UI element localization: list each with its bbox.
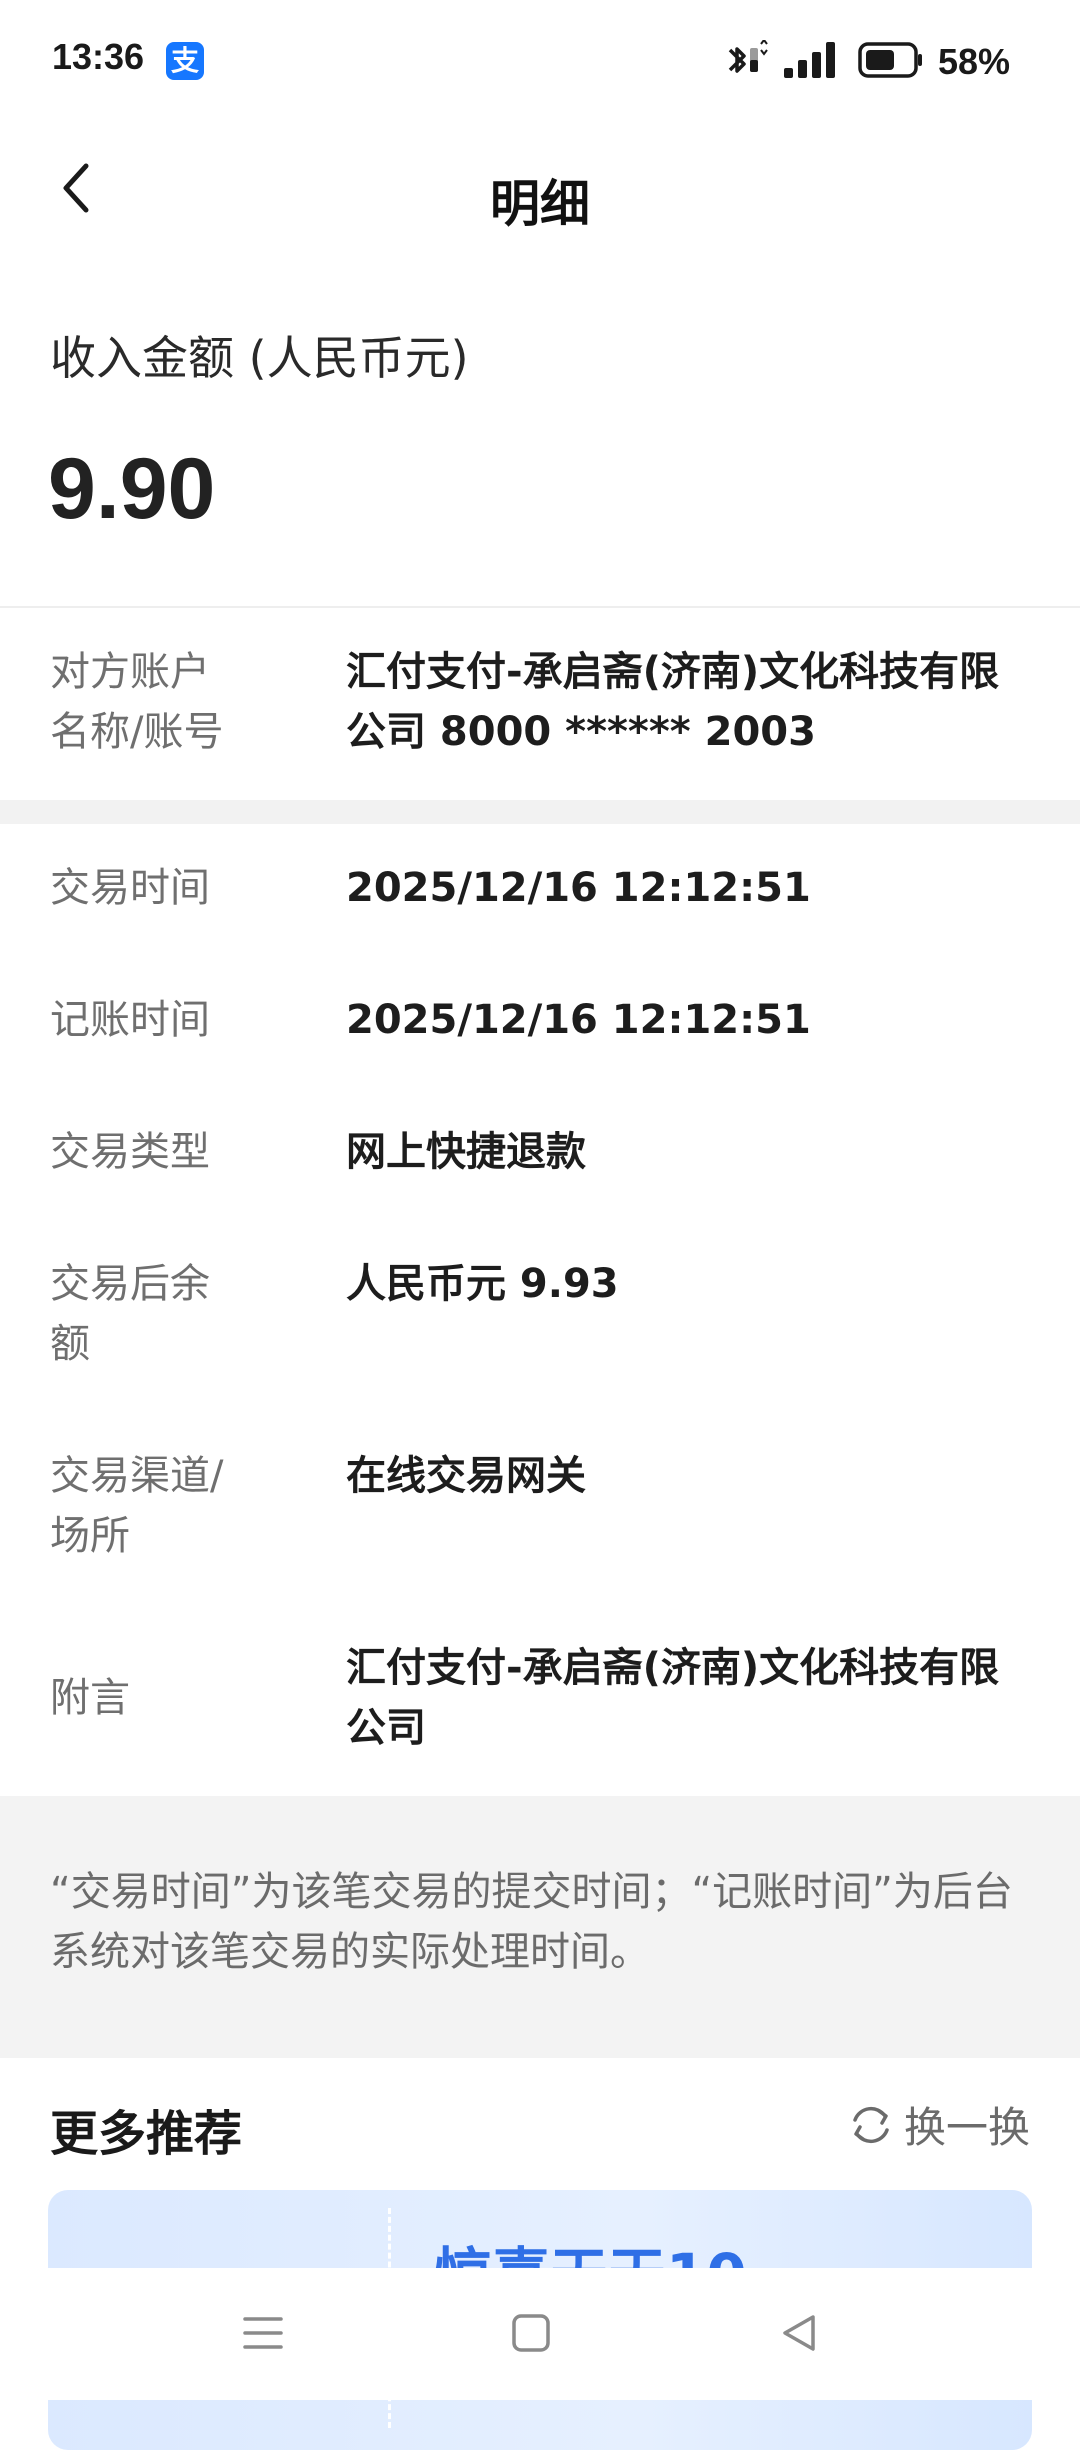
txn-type-value: 网上快捷退款 <box>346 1129 586 1175</box>
balance-label-line1: 交易后余 <box>50 1261 210 1307</box>
home-button[interactable] <box>496 2298 566 2368</box>
counterparty-label-line2: 名称/账号 <box>50 709 224 755</box>
system-nav-bar <box>0 2268 1080 2400</box>
alipay-notification-icon: 支 <box>166 42 204 80</box>
txn-type-label: 交易类型 <box>50 1129 210 1175</box>
counterparty-value-line2: 公司 8000 ****** 2003 <box>346 709 816 755</box>
note-text: “交易时间”为该笔交易的提交时间；“记账时间”为后台 系统对该笔交易的实际处理时… <box>50 1862 1040 1982</box>
status-time: 13:36 <box>52 36 145 77</box>
counterparty-value: 汇付支付-承启斋(济南)文化科技有限 公司 8000 ****** 2003 <box>346 642 1046 762</box>
note-line1: “交易时间”为该笔交易的提交时间；“记账时间”为后台 <box>50 1869 1013 1915</box>
remark-value-line1: 汇付支付-承启斋(济南)文化科技有限 <box>346 1645 1000 1691</box>
status-bar: 13:36 支 58% <box>0 0 1080 126</box>
home-square-icon <box>512 2314 550 2352</box>
channel-value: 在线交易网关 <box>346 1453 586 1499</box>
menu-button[interactable] <box>228 2298 298 2368</box>
refresh-icon <box>853 2106 889 2143</box>
counterparty-label-line1: 对方账户 <box>50 649 210 695</box>
battery-percent: 58% <box>937 41 1010 82</box>
nav-bar: 明细 <box>0 126 1080 252</box>
section-divider <box>0 800 1080 824</box>
counterparty-value-line1: 汇付支付-承启斋(济南)文化科技有限 <box>346 649 1000 695</box>
recommend-title: 更多推荐 <box>50 2106 243 2162</box>
post-time-value: 2025/12/16 12:12:51 <box>346 997 811 1043</box>
back-nav-button[interactable] <box>764 2298 834 2368</box>
bluetooth-icon <box>722 38 768 84</box>
triangle-back-icon <box>783 2315 815 2351</box>
remark-value-line2: 公司 <box>346 1705 426 1751</box>
refresh-label: 换一换 <box>903 2103 1030 2152</box>
txn-time-label: 交易时间 <box>50 865 210 911</box>
remark-label: 附言 <box>50 1675 130 1721</box>
amount-value: 9.90 <box>48 441 216 537</box>
menu-icon <box>243 2317 283 2349</box>
status-icons: 58% <box>722 38 1010 84</box>
balance-value: 人民币元 9.93 <box>346 1261 619 1307</box>
channel-label-line2: 场所 <box>50 1513 130 1559</box>
post-time-label: 记账时间 <box>50 997 210 1043</box>
balance-label-line2: 额 <box>50 1321 90 1367</box>
battery-icon <box>858 42 924 82</box>
refresh-button[interactable]: 换一换 <box>848 2094 1030 2155</box>
channel-label: 交易渠道/ 场所 <box>50 1446 290 1566</box>
counterparty-label: 对方账户 名称/账号 <box>50 642 290 762</box>
amount-label: 收入金额 (人民币元) <box>50 331 469 385</box>
note-line2: 系统对该笔交易的实际处理时间。 <box>50 1929 650 1975</box>
page-title: 明细 <box>490 175 590 233</box>
txn-time-value: 2025/12/16 12:12:51 <box>346 865 811 911</box>
signal-icon <box>782 40 844 84</box>
remark-value: 汇付支付-承启斋(济南)文化科技有限 公司 <box>346 1638 1046 1758</box>
divider <box>0 606 1080 608</box>
channel-label-line1: 交易渠道/ <box>50 1453 224 1499</box>
note-section: “交易时间”为该笔交易的提交时间；“记账时间”为后台 系统对该笔交易的实际处理时… <box>0 1796 1080 2058</box>
balance-label: 交易后余 额 <box>50 1254 290 1374</box>
